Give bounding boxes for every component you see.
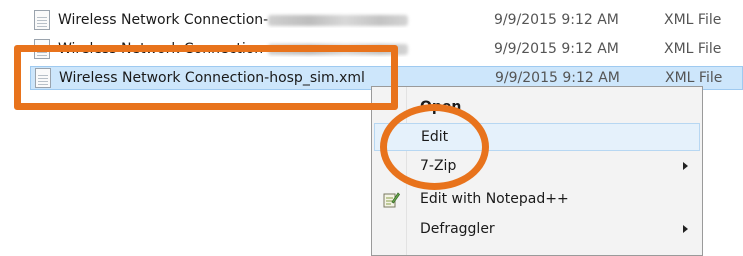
file-row[interactable]: Wireless Network Connection- 9/9/2015 9:… (30, 8, 743, 32)
submenu-arrow-icon (683, 162, 688, 170)
menu-item-label: Defraggler (420, 221, 495, 237)
submenu-arrow-icon (683, 225, 688, 233)
xml-file-icon (34, 10, 50, 30)
file-date: 9/9/2015 9:12 AM (494, 41, 619, 57)
file-date: 9/9/2015 9:12 AM (494, 12, 619, 28)
file-type: XML File (664, 12, 722, 28)
annotation-rectangle (14, 45, 398, 110)
file-type: XML File (665, 70, 723, 86)
menu-item-edit-with-notepad[interactable]: Edit with Notepad++ (374, 185, 700, 213)
notepad-plus-plus-icon (383, 192, 400, 208)
annotation-circle (380, 104, 489, 190)
file-type: XML File (664, 41, 722, 57)
file-name: Wireless Network Connection- (58, 12, 494, 28)
menu-item-label: Edit with Notepad++ (420, 191, 569, 207)
menu-item-defraggler[interactable]: Defraggler (374, 215, 700, 243)
redacted-text (268, 14, 409, 26)
file-date: 9/9/2015 9:12 AM (495, 70, 620, 86)
